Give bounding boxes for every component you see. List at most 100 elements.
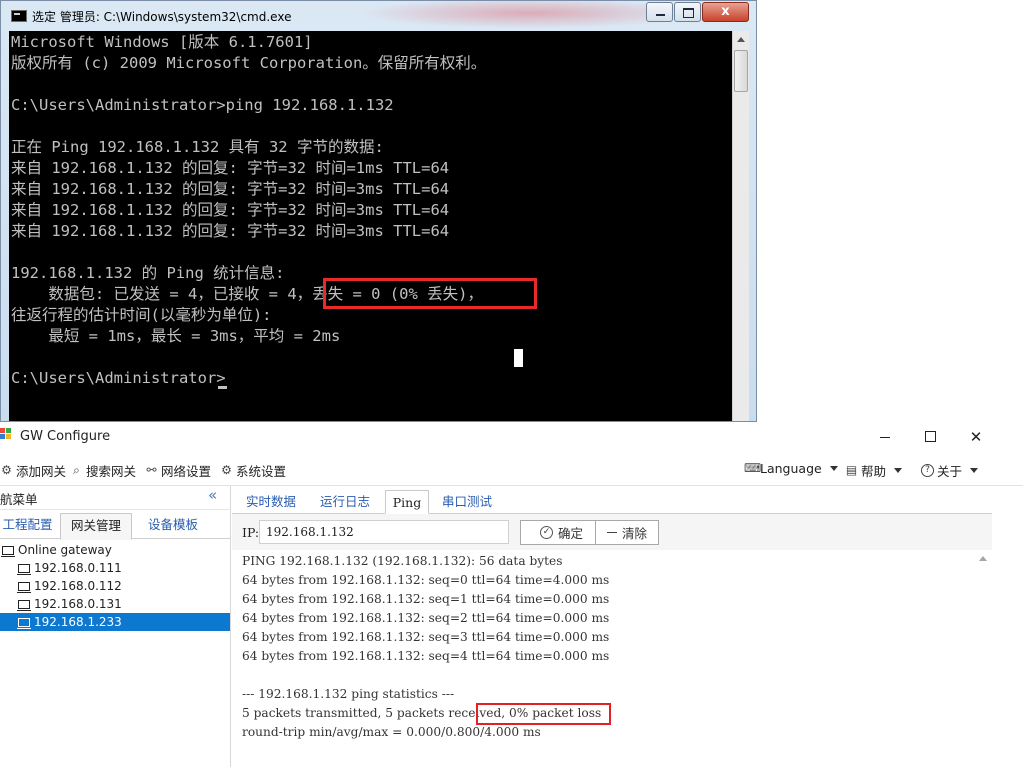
help-label: 帮助 bbox=[861, 464, 887, 479]
gw-maximize-button[interactable] bbox=[918, 426, 942, 448]
cmd-line bbox=[11, 242, 486, 263]
chevron-down-icon bbox=[894, 468, 903, 473]
ip-label: IP: bbox=[242, 525, 260, 540]
gw-minimize-button[interactable] bbox=[873, 426, 897, 448]
gateway-item-selected[interactable]: 192.168.1.233 bbox=[0, 613, 230, 631]
search-gateway-label: 搜索网关 bbox=[86, 464, 137, 479]
tree-root-label: Online gateway bbox=[18, 543, 112, 557]
language-menu[interactable]: ⌨ Language bbox=[744, 461, 838, 476]
cmd-scrollbar[interactable] bbox=[732, 31, 749, 421]
cmd-scroll-thumb[interactable] bbox=[734, 50, 748, 92]
close-icon: x bbox=[721, 4, 730, 19]
translate-icon: ⌨ bbox=[744, 461, 762, 475]
gear-icon: ⚙ bbox=[221, 463, 232, 477]
gw-logo-icon bbox=[0, 428, 12, 440]
network-settings-button[interactable]: ⚯ 网络设置 bbox=[145, 461, 211, 480]
gateway-item[interactable]: 192.168.0.112 bbox=[0, 577, 230, 595]
gw-configure-window: GW Configure ✕ ⚙ 添加网关 ⌕ 搜索网关 ⚯ 网络设置 ⚙ 系统… bbox=[0, 422, 1023, 767]
collapse-panel-icon[interactable]: « bbox=[208, 486, 217, 504]
navigation-tabs: 工程配置 网关管理 设备模板 bbox=[0, 513, 231, 540]
question-icon: ? bbox=[921, 464, 934, 477]
gateway-ip: 192.168.0.131 bbox=[34, 597, 122, 611]
packet-loss-highlight-box bbox=[476, 703, 611, 725]
about-menu[interactable]: ? 关于 bbox=[921, 461, 979, 480]
confirm-button[interactable]: ✓ 确定 bbox=[520, 520, 603, 545]
system-settings-label: 系统设置 bbox=[236, 464, 287, 479]
output-scrollbar[interactable] bbox=[975, 550, 992, 767]
cmd-output: Microsoft Windows [版本 6.1.7601] 版权所有 (c)… bbox=[11, 32, 486, 389]
cmd-line: 版权所有 (c) 2009 Microsoft Corporation。保留所有… bbox=[11, 54, 487, 72]
packet-loss-highlight-box bbox=[323, 278, 537, 309]
ping-form: IP: 192.168.1.132 ✓ 确定 清除 bbox=[232, 514, 992, 550]
computer-icon bbox=[17, 618, 31, 629]
chevron-down-icon bbox=[970, 468, 979, 473]
monitor-icon bbox=[1, 546, 15, 557]
tree-root-online-gateway[interactable]: Online gateway bbox=[0, 541, 230, 559]
system-settings-button[interactable]: ⚙ 系统设置 bbox=[220, 461, 286, 480]
tab-serial-test[interactable]: 串口测试 bbox=[434, 491, 500, 514]
scroll-up-arrow-icon[interactable] bbox=[733, 31, 749, 48]
cmd-close-button[interactable]: x bbox=[702, 2, 749, 22]
cmd-line bbox=[11, 74, 486, 95]
add-gateway-label: 添加网关 bbox=[16, 464, 67, 479]
cmd-line: 来自 192.168.1.132 的回复: 字节=32 时间=3ms TTL=6… bbox=[11, 201, 450, 219]
cmd-titlebar[interactable]: 选定 管理员: C:\Windows\system32\cmd.exe x bbox=[1, 1, 756, 31]
minus-icon bbox=[606, 532, 617, 533]
computer-icon bbox=[17, 564, 31, 575]
tab-ping[interactable]: Ping bbox=[385, 490, 429, 514]
output-line: round-trip min/avg/max = 0.000/0.800/4.0… bbox=[242, 725, 541, 739]
ping-output: PING 192.168.1.132 (192.168.1.132): 56 d… bbox=[232, 550, 992, 767]
search-icon: ⌕ bbox=[73, 463, 80, 477]
ip-input[interactable]: 192.168.1.132 bbox=[259, 520, 509, 544]
output-line: 64 bytes from 192.168.1.132: seq=1 ttl=6… bbox=[242, 592, 610, 606]
cmd-minimize-button[interactable] bbox=[646, 2, 673, 22]
check-circle-icon: ✓ bbox=[539, 526, 553, 539]
cmd-maximize-button[interactable] bbox=[674, 2, 701, 22]
gear-icon: ⚙ bbox=[1, 463, 12, 477]
book-icon: ▤ bbox=[845, 463, 858, 477]
cmd-line bbox=[11, 116, 486, 137]
gateway-item[interactable]: 192.168.0.131 bbox=[0, 595, 230, 613]
gw-titlebar[interactable]: GW Configure ✕ bbox=[0, 422, 1023, 452]
cmd-app-icon bbox=[11, 10, 27, 22]
chevron-down-icon bbox=[829, 466, 838, 471]
confirm-label: 确定 bbox=[557, 526, 583, 541]
cmd-line: 来自 192.168.1.132 的回复: 字节=32 时间=3ms TTL=6… bbox=[11, 180, 450, 198]
cmd-line bbox=[11, 347, 486, 368]
content-panel: 实时数据 运行日志 Ping 串口测试 IP: 192.168.1.132 ✓ … bbox=[232, 486, 992, 767]
prompt-cursor bbox=[218, 386, 227, 389]
gateway-ip: 192.168.0.111 bbox=[34, 561, 122, 575]
cmd-line: C:\Users\Administrator>ping 192.168.1.13… bbox=[11, 96, 394, 114]
gateway-ip: 192.168.0.112 bbox=[34, 579, 122, 593]
network-settings-label: 网络设置 bbox=[161, 464, 212, 479]
cmd-line: Microsoft Windows [版本 6.1.7601] bbox=[11, 33, 313, 51]
tab-project-config[interactable]: 工程配置 bbox=[0, 513, 55, 539]
cmd-console[interactable]: Microsoft Windows [版本 6.1.7601] 版权所有 (c)… bbox=[9, 31, 732, 421]
gateway-item[interactable]: 192.168.0.111 bbox=[0, 559, 230, 577]
cmd-window-title: 选定 管理员: C:\Windows\system32\cmd.exe bbox=[32, 10, 292, 24]
tab-device-template[interactable]: 设备模板 bbox=[140, 513, 206, 539]
gw-toolbar: ⚙ 添加网关 ⌕ 搜索网关 ⚯ 网络设置 ⚙ 系统设置 ⌨ Language ▤… bbox=[0, 452, 1023, 486]
language-label: Language bbox=[760, 461, 822, 476]
clear-button[interactable]: 清除 bbox=[595, 520, 659, 545]
tab-run-log[interactable]: 运行日志 bbox=[312, 491, 378, 514]
navigation-title: 航菜单 bbox=[0, 492, 38, 507]
tab-gateway-management[interactable]: 网关管理 bbox=[60, 513, 132, 540]
navigation-panel: 航菜单 « 工程配置 网关管理 设备模板 Online gateway 192.… bbox=[0, 486, 231, 767]
cmd-line: 来自 192.168.1.132 的回复: 字节=32 时间=3ms TTL=6… bbox=[11, 222, 450, 240]
output-line: 64 bytes from 192.168.1.132: seq=0 ttl=6… bbox=[242, 573, 610, 587]
output-line: 64 bytes from 192.168.1.132: seq=2 ttl=6… bbox=[242, 611, 610, 625]
help-menu[interactable]: ▤ 帮助 bbox=[845, 461, 903, 480]
cmd-prompt-line: C:\Users\Administrator> bbox=[11, 369, 226, 387]
clear-label: 清除 bbox=[621, 526, 647, 541]
add-gateway-button[interactable]: ⚙ 添加网关 bbox=[0, 461, 66, 480]
navigation-header: 航菜单 « bbox=[0, 486, 231, 510]
cmd-line: 来自 192.168.1.132 的回复: 字节=32 时间=1ms TTL=6… bbox=[11, 159, 450, 177]
gateway-ip: 192.168.1.233 bbox=[34, 615, 122, 629]
gw-close-button[interactable]: ✕ bbox=[964, 426, 988, 448]
link-icon: ⚯ bbox=[146, 463, 157, 477]
tab-realtime-data[interactable]: 实时数据 bbox=[238, 491, 304, 514]
output-line: 64 bytes from 192.168.1.132: seq=4 ttl=6… bbox=[242, 649, 610, 663]
output-line: 64 bytes from 192.168.1.132: seq=3 ttl=6… bbox=[242, 630, 610, 644]
search-gateway-button[interactable]: ⌕ 搜索网关 bbox=[70, 461, 136, 480]
